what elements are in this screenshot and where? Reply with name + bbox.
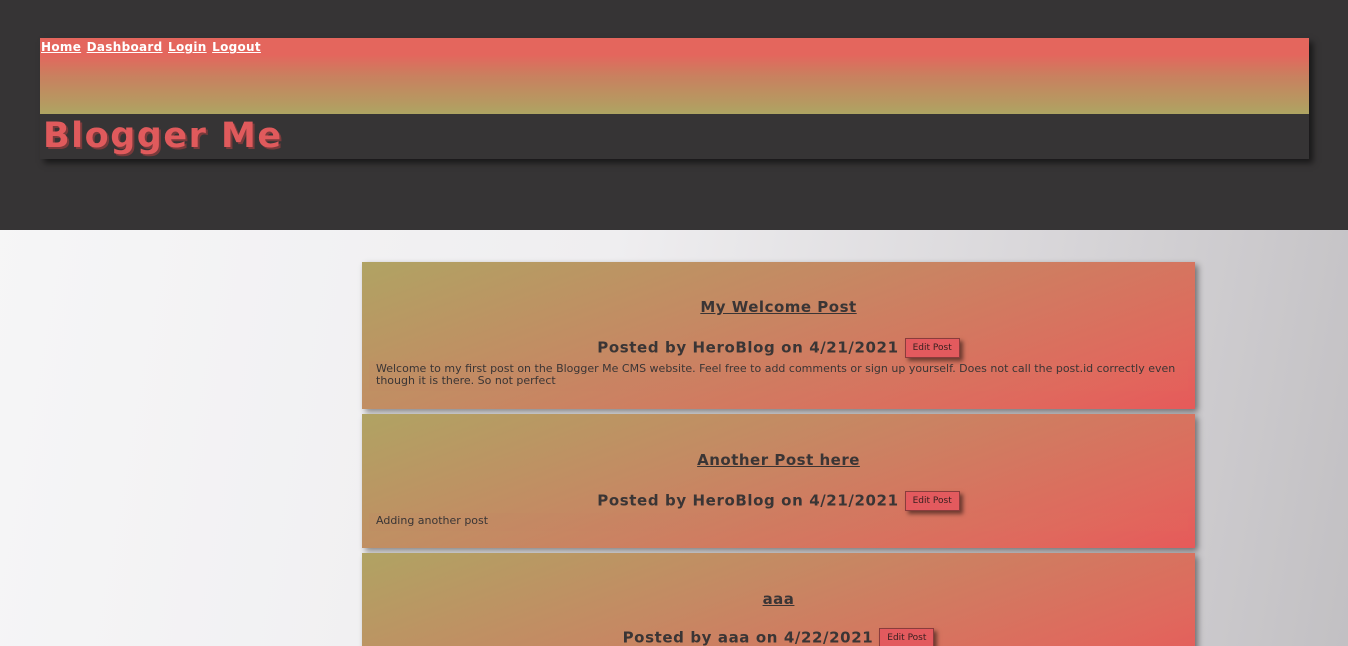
post-meta-row: Posted by HeroBlog on 4/21/2021 Edit Post xyxy=(362,490,1195,511)
post-card: My Welcome Post Posted by HeroBlog on 4/… xyxy=(362,262,1195,409)
edit-post-button[interactable]: Edit Post xyxy=(904,337,960,358)
post-meta-row: Posted by HeroBlog on 4/21/2021 Edit Post xyxy=(362,337,1195,358)
post-meta-row: Posted by aaa on 4/22/2021 Edit Post xyxy=(362,627,1195,646)
post-card: aaa Posted by aaa on 4/22/2021 Edit Post xyxy=(362,553,1195,646)
post-body: Welcome to my first post on the Blogger … xyxy=(369,360,1188,391)
nav-link-login[interactable]: Login xyxy=(168,40,207,54)
post-title-link[interactable]: Another Post here xyxy=(362,451,1195,469)
nav-link-logout[interactable]: Logout xyxy=(212,40,261,54)
post-title-link[interactable]: My Welcome Post xyxy=(362,298,1195,316)
post-meta: Posted by aaa on 4/22/2021 xyxy=(622,628,874,646)
header-band: Home Dashboard Login Logout Blogger Me xyxy=(0,0,1348,230)
nav-link-dashboard[interactable]: Dashboard xyxy=(87,40,163,54)
nav-link-home[interactable]: Home xyxy=(41,40,81,54)
post-body: Adding another post xyxy=(369,512,1188,531)
post-card: Another Post here Posted by HeroBlog on … xyxy=(362,414,1195,548)
site-title: Blogger Me xyxy=(43,116,283,156)
main-nav: Home Dashboard Login Logout xyxy=(41,40,262,54)
header-gradient-banner: Home Dashboard Login Logout xyxy=(40,38,1309,114)
post-list: My Welcome Post Posted by HeroBlog on 4/… xyxy=(362,262,1195,646)
edit-post-button[interactable]: Edit Post xyxy=(879,627,935,646)
post-meta: Posted by HeroBlog on 4/21/2021 xyxy=(597,491,899,510)
post-title-link[interactable]: aaa xyxy=(362,590,1195,608)
edit-post-button[interactable]: Edit Post xyxy=(904,490,960,511)
site-header: Home Dashboard Login Logout Blogger Me xyxy=(40,38,1309,159)
post-meta: Posted by HeroBlog on 4/21/2021 xyxy=(597,338,899,357)
